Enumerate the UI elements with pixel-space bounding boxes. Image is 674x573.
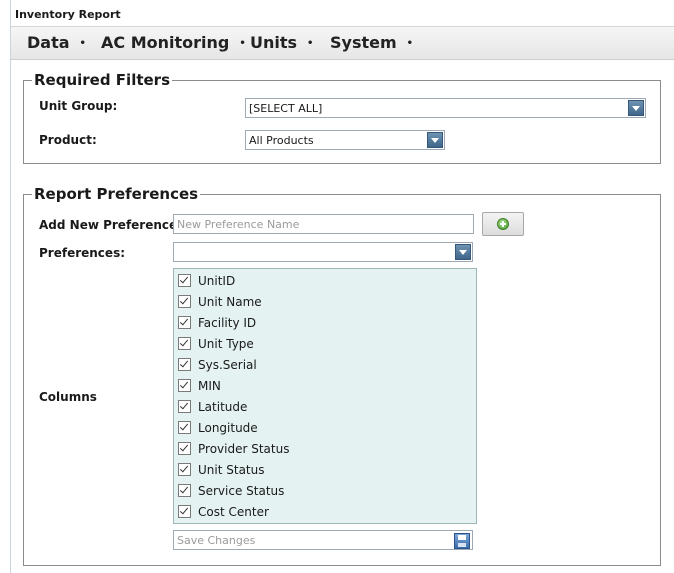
column-item-service-status[interactable]: Service Status xyxy=(174,480,474,501)
menu-ac-monitoring-caret-icon: • xyxy=(239,38,246,49)
required-filters-legend: Required Filters xyxy=(34,71,171,89)
column-provider-status-checkbox[interactable] xyxy=(178,442,191,455)
column-item-sys-serial[interactable]: Sys.Serial xyxy=(174,354,474,375)
product-value: All Products xyxy=(249,134,314,147)
column-unitid-label: UnitID xyxy=(198,274,236,288)
menu-units-caret-icon: • xyxy=(307,38,314,49)
unit-group-chevron-down-icon[interactable] xyxy=(628,100,644,116)
title-bar: Inventory Report xyxy=(11,0,674,27)
menu-bar: Data • AC Monitoring • Units • System • xyxy=(11,27,674,60)
column-unit-status-checkbox[interactable] xyxy=(178,463,191,476)
plus-circle-icon xyxy=(497,218,509,230)
menu-data-label: Data xyxy=(27,33,70,52)
column-longitude-checkbox[interactable] xyxy=(178,421,191,434)
column-item-cost-center[interactable]: Cost Center xyxy=(174,501,474,522)
menu-data[interactable]: Data • xyxy=(27,33,86,52)
product-select[interactable]: All Products xyxy=(245,130,445,150)
report-preferences-legend: Report Preferences xyxy=(34,185,199,203)
column-unit-type-label: Unit Type xyxy=(198,337,254,351)
unit-group-select[interactable]: [SELECT ALL] xyxy=(245,98,646,118)
preferences-select[interactable] xyxy=(173,242,473,262)
window-title: Inventory Report xyxy=(15,8,121,21)
menu-units-label: Units xyxy=(250,33,298,52)
column-service-status-checkbox[interactable] xyxy=(178,484,191,497)
column-item-min[interactable]: MIN xyxy=(174,375,474,396)
column-item-unit-name[interactable]: Unit Name xyxy=(174,291,474,312)
unit-group-value: [SELECT ALL] xyxy=(249,102,323,115)
preferences-chevron-down-icon[interactable] xyxy=(455,244,471,260)
column-item-facility-id[interactable]: Facility ID xyxy=(174,312,474,333)
menu-system-label: System xyxy=(330,33,397,52)
preferences-label: Preferences: xyxy=(39,246,126,260)
product-label: Product: xyxy=(39,133,97,147)
columns-label: Columns xyxy=(39,390,97,404)
column-min-label: MIN xyxy=(198,379,221,393)
column-latitude-label: Latitude xyxy=(198,400,248,414)
column-latitude-checkbox[interactable] xyxy=(178,400,191,413)
menu-ac-monitoring[interactable]: AC Monitoring • xyxy=(101,33,246,52)
unit-group-label: Unit Group: xyxy=(39,99,118,113)
column-item-unit-status[interactable]: Unit Status xyxy=(174,459,474,480)
column-item-unit-type[interactable]: Unit Type xyxy=(174,333,474,354)
column-sys-serial-label: Sys.Serial xyxy=(198,358,257,372)
column-provider-status-label: Provider Status xyxy=(198,442,290,456)
column-item-latitude[interactable]: Latitude xyxy=(174,396,474,417)
column-unit-name-checkbox[interactable] xyxy=(178,295,191,308)
column-min-checkbox[interactable] xyxy=(178,379,191,392)
product-chevron-down-icon[interactable] xyxy=(427,132,443,148)
columns-list: UnitID Unit Name Facility ID Unit Type S… xyxy=(173,268,477,524)
new-preference-name-input[interactable]: New Preference Name xyxy=(173,214,474,234)
column-sys-serial-checkbox[interactable] xyxy=(178,358,191,371)
add-preference-button[interactable] xyxy=(482,212,524,236)
save-changes-field[interactable]: Save Changes xyxy=(173,530,473,550)
column-facility-id-label: Facility ID xyxy=(198,316,257,330)
column-cost-center-checkbox[interactable] xyxy=(178,505,191,518)
menu-system-caret-icon: • xyxy=(406,38,414,49)
column-item-longitude[interactable]: Longitude xyxy=(174,417,474,438)
column-longitude-label: Longitude xyxy=(198,421,258,435)
menu-data-caret-icon: • xyxy=(79,38,86,49)
column-item-provider-status[interactable]: Provider Status xyxy=(174,438,474,459)
menu-ac-monitoring-label: AC Monitoring xyxy=(101,33,230,52)
menu-units[interactable]: Units • xyxy=(250,33,313,52)
column-unit-type-checkbox[interactable] xyxy=(178,337,191,350)
add-new-preference-label: Add New Preference: xyxy=(39,218,182,232)
column-facility-id-checkbox[interactable] xyxy=(178,316,191,329)
column-service-status-label: Service Status xyxy=(198,484,285,498)
inventory-report-window: Inventory Report Data • AC Monitoring • Un… xyxy=(10,0,674,573)
column-unit-status-label: Unit Status xyxy=(198,463,265,477)
menu-system[interactable]: System • xyxy=(330,33,413,52)
column-unit-name-label: Unit Name xyxy=(198,295,262,309)
column-cost-center-label: Cost Center xyxy=(198,505,269,519)
save-changes-placeholder: Save Changes xyxy=(177,534,256,547)
column-unitid-checkbox[interactable] xyxy=(178,274,191,287)
new-preference-name-placeholder: New Preference Name xyxy=(177,218,300,231)
floppy-disk-icon[interactable] xyxy=(454,533,470,549)
column-item-unitid[interactable]: UnitID xyxy=(174,270,474,291)
